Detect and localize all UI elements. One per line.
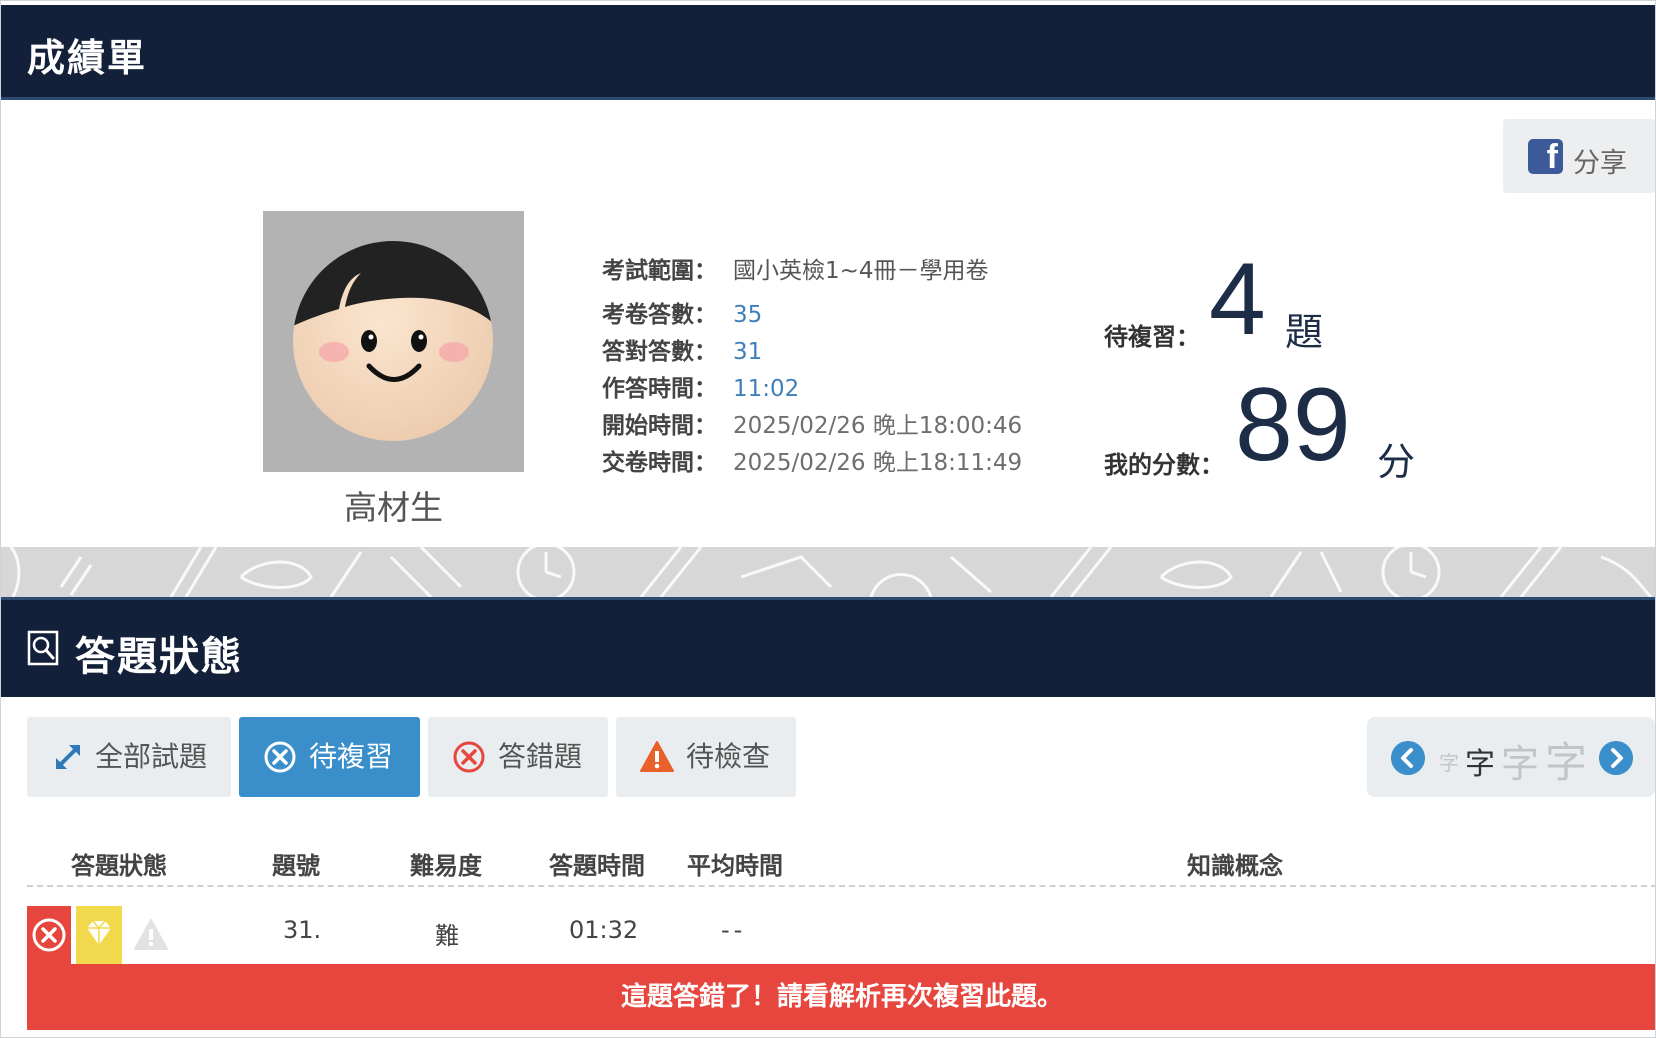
question-number: 31.	[283, 916, 322, 944]
tab-label: 待檢查	[686, 740, 771, 773]
decorative-pattern	[1, 547, 1655, 597]
tab-label: 全部試題	[95, 740, 208, 773]
close-circle-icon	[32, 918, 66, 952]
info-value: 2025/02/26 晚上18:11:49	[733, 450, 1023, 476]
score-unit: 分	[1377, 440, 1416, 484]
info-label: 交卷時間：	[602, 450, 717, 476]
font-size-medium[interactable]: 字	[1465, 739, 1495, 783]
warning-icon	[640, 741, 674, 772]
font-size-large[interactable]: 字	[1501, 733, 1539, 788]
score-label: 我的分數：	[1104, 451, 1224, 479]
score-value: 89	[1235, 367, 1351, 483]
info-label: 答對答數：	[602, 339, 717, 365]
col-header-avg-time: 平均時間	[687, 852, 783, 880]
info-value: 35	[733, 302, 763, 328]
chevron-right-icon[interactable]	[1599, 741, 1633, 775]
info-value: 2025/02/26 晚上18:00:46	[733, 413, 1023, 439]
review-unit: 題	[1285, 310, 1324, 354]
review-count: 4	[1209, 242, 1266, 356]
wrong-answer-alert: 這題答錯了！請看解析再次複習此題。	[27, 964, 1655, 1030]
font-size-xlarge[interactable]: 字	[1545, 729, 1587, 790]
tab-wrong-answers[interactable]: 答錯題	[428, 717, 608, 797]
info-label: 考試範圍：	[602, 258, 717, 284]
info-label: 考卷答數：	[602, 302, 717, 328]
review-label: 待複習：	[1104, 323, 1200, 351]
info-row-submit: 交卷時間： 2025/02/26 晚上18:11:49	[602, 443, 1022, 479]
avatar	[263, 211, 524, 472]
info-value: 國小英檢1~4冊－學用卷	[733, 258, 989, 284]
facebook-icon: f	[1528, 138, 1563, 176]
report-page: 成績單 f 分享 高材生 考試範圍： 國小英檢1~4冊－學用卷 考卷答數： 35…	[0, 0, 1656, 1038]
info-row-total: 考卷答數： 35	[602, 295, 762, 331]
smiley-face-icon	[293, 241, 493, 441]
question-difficulty: 難	[435, 922, 459, 950]
info-value: 31	[733, 339, 763, 365]
share-label: 分享	[1573, 148, 1627, 179]
check-status[interactable]	[129, 906, 173, 964]
info-row-start: 開始時間： 2025/02/26 晚上18:00:46	[602, 406, 1022, 442]
header-bar: 成績單	[1, 5, 1655, 100]
info-label: 作答時間：	[602, 376, 717, 402]
info-row-correct: 答對答數： 31	[602, 332, 762, 368]
page-title: 成績單	[27, 36, 148, 80]
col-header-time: 答題時間	[549, 852, 645, 880]
close-circle-icon	[453, 741, 485, 773]
col-header-number: 題號	[272, 852, 320, 880]
expand-icon	[55, 744, 81, 770]
close-circle-icon	[264, 741, 296, 773]
font-size-control: 字 字 字 字	[1367, 717, 1655, 797]
tab-review[interactable]: 待複習	[239, 717, 420, 797]
tab-label: 答錯題	[498, 740, 583, 773]
divider	[27, 885, 1655, 887]
section-title: 答題狀態	[75, 634, 243, 680]
chevron-left-icon[interactable]	[1391, 741, 1425, 775]
question-avg-time: --	[721, 916, 747, 944]
col-header-difficulty: 難易度	[410, 852, 482, 880]
warning-icon	[134, 919, 168, 950]
col-header-status: 答題狀態	[71, 852, 167, 880]
wrong-status-badge	[27, 906, 71, 964]
question-time: 01:32	[569, 916, 639, 944]
difficulty-badge	[76, 906, 122, 964]
info-label: 開始時間：	[602, 413, 717, 439]
info-row-duration: 作答時間： 11:02	[602, 369, 799, 405]
info-row-range: 考試範圍： 國小英檢1~4冊－學用卷	[602, 251, 989, 287]
diamond-icon	[87, 920, 111, 945]
user-name: 高材生	[344, 488, 443, 527]
tab-label: 待複習	[309, 740, 394, 773]
font-size-small[interactable]: 字	[1439, 747, 1459, 776]
info-value: 11:02	[733, 376, 800, 402]
tab-to-check[interactable]: 待檢查	[616, 717, 796, 797]
section-header-bar: 答題狀態	[1, 597, 1655, 697]
col-header-concept: 知識概念	[1187, 852, 1283, 880]
search-icon	[27, 630, 59, 666]
share-button[interactable]: f 分享	[1503, 119, 1655, 193]
tab-all-questions[interactable]: 全部試題	[27, 717, 231, 797]
doodle-pattern-icon	[9, 547, 1653, 597]
